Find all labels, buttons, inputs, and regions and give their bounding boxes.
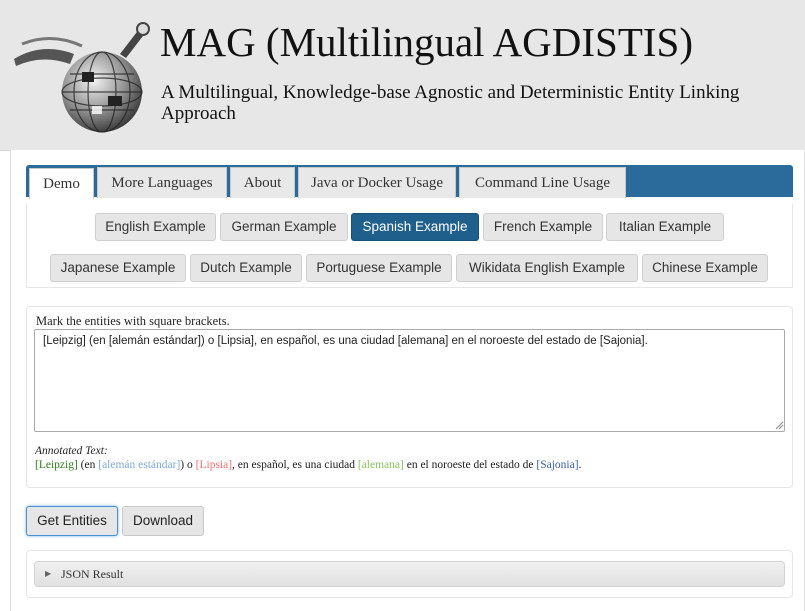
spanish-example-button[interactable]: Spanish Example [351, 213, 479, 241]
japanese-example-button[interactable]: Japanese Example [50, 254, 186, 282]
resize-grip-icon[interactable] [774, 420, 784, 430]
tab-command-line-usage[interactable]: Command Line Usage [459, 167, 626, 198]
page-header: MAG (Multilingual AGDISTIS) A Multilingu… [0, 0, 805, 151]
annotated-plain-text: (en [77, 459, 99, 471]
english-example-button[interactable]: English Example [95, 213, 216, 241]
annotated-text: [Leipzig] (en [alemán estándar]) o [Lips… [35, 459, 581, 471]
french-example-button[interactable]: French Example [483, 213, 603, 241]
app-title: MAG (Multilingual AGDISTIS) [160, 19, 693, 65]
annotated-plain-text: , en español, es una ciudad [232, 459, 358, 471]
chinese-example-button[interactable]: Chinese Example [642, 254, 768, 282]
italian-example-button[interactable]: Italian Example [606, 213, 724, 241]
get-entities-button[interactable]: Get Entities [26, 506, 118, 536]
json-result-label: JSON Result [61, 567, 124, 581]
entity-text-input[interactable]: [Leipzig] (en [alemán estándar]) o [Lips… [34, 329, 785, 432]
wikidata-english-example-button[interactable]: Wikidata English Example [456, 254, 638, 282]
german-example-button[interactable]: German Example [220, 213, 348, 241]
entity-aleman-estandar: [alemán estándar] [98, 459, 181, 471]
tab-java-docker-usage[interactable]: Java or Docker Usage [298, 167, 456, 198]
annotated-plain-text: en el noroeste del estado de [403, 459, 537, 471]
entity-alemana: [alemana] [357, 459, 404, 471]
annotated-text-label: Annotated Text: [35, 445, 108, 457]
dutch-example-button[interactable]: Dutch Example [190, 254, 302, 282]
tab-about[interactable]: About [230, 167, 295, 198]
app-subtitle: A Multilingual, Knowledge-base Agnostic … [161, 82, 740, 124]
input-label: Mark the entities with square brackets. [36, 314, 230, 328]
json-result-toggle[interactable] [34, 561, 785, 587]
portuguese-example-button[interactable]: Portuguese Example [306, 254, 452, 282]
caret-right-icon: ▶ [45, 569, 52, 578]
entity-lipsia: [Lipsia] [195, 459, 233, 471]
entity-sajonia: [Sajonia] [536, 459, 579, 471]
logo-icon [14, 22, 150, 133]
download-button[interactable]: Download [122, 506, 204, 536]
annotated-plain-text: ) o [180, 459, 196, 471]
entity-leipzig: [Leipzig] [35, 459, 78, 471]
tab-demo[interactable]: Demo [29, 168, 94, 199]
tab-more-languages[interactable]: More Languages [97, 167, 227, 198]
annotated-plain-text: . [578, 459, 582, 471]
